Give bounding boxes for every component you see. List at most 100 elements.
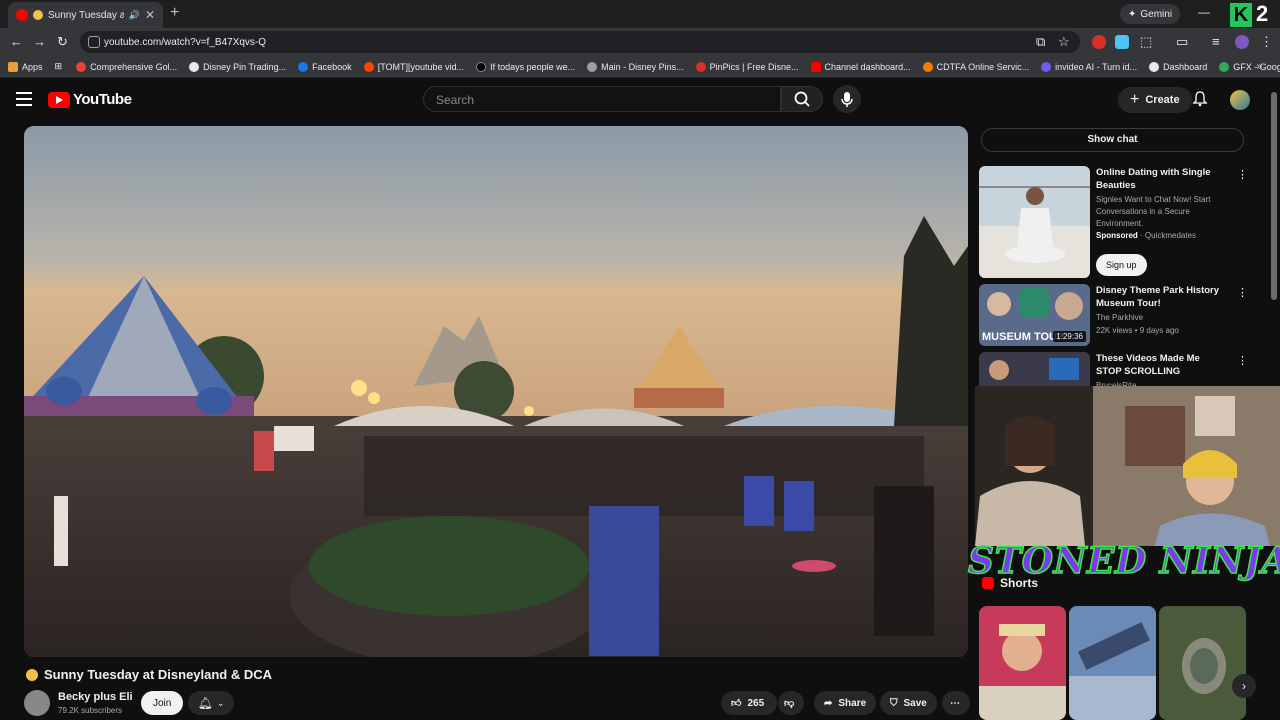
url-input[interactable]: youtube.com/watch?v=f_B47Xqvs-Q bbox=[80, 31, 1080, 53]
bookmark-label: [TOMT][youtube vid... bbox=[377, 61, 465, 72]
more-bookmarks-icon[interactable]: » bbox=[1256, 61, 1262, 72]
bookmark-favicon-icon bbox=[922, 61, 933, 72]
menu-kebab-icon[interactable]: ⋮ bbox=[1260, 34, 1273, 50]
search-input[interactable]: Search bbox=[423, 86, 781, 112]
install-icon[interactable]: ⧉ bbox=[1036, 34, 1045, 50]
bookmark-label: Apps bbox=[22, 61, 43, 72]
bookmark-label: Main - Disney Pins... bbox=[601, 61, 684, 72]
site-info-icon[interactable] bbox=[88, 36, 100, 48]
sponsored-ad-card[interactable]: Online Dating with Single Beauties Signl… bbox=[979, 166, 1248, 278]
youtube-header: YouTube Search + Create bbox=[0, 78, 1280, 122]
thumbs-down-icon: 👎︎ bbox=[784, 698, 795, 709]
gemini-label: Gemini bbox=[1140, 8, 1173, 20]
grid-icon[interactable]: ⊞ bbox=[55, 61, 63, 72]
account-avatar[interactable] bbox=[1230, 90, 1250, 110]
save-button[interactable]: ⛉ Save bbox=[880, 691, 937, 715]
page-scrollbar[interactable] bbox=[1271, 92, 1277, 300]
subscription-bell-button[interactable]: 🔔︎ ⌄ bbox=[188, 691, 234, 715]
bookmark-item[interactable]: GFX - Google Drive bbox=[1219, 61, 1280, 72]
hamburger-menu-icon[interactable] bbox=[16, 92, 32, 106]
share-label: Share bbox=[838, 697, 867, 709]
video-card-title[interactable]: These Videos Made Me STOP SCROLLING bbox=[1096, 352, 1224, 378]
ad-title[interactable]: Online Dating with Single Beauties bbox=[1096, 166, 1224, 192]
channel-name[interactable]: Becky plus Eli bbox=[58, 691, 133, 703]
bookmark-icon: ⛉ bbox=[890, 697, 898, 709]
bookmark-item[interactable]: [TOMT][youtube vid... bbox=[363, 61, 465, 72]
reload-icon[interactable]: ↻ bbox=[57, 34, 68, 50]
ad-thumbnail[interactable] bbox=[979, 166, 1090, 278]
youtube-play-icon bbox=[48, 91, 70, 108]
create-button[interactable]: + Create bbox=[1118, 87, 1192, 113]
sign-up-button[interactable]: Sign up bbox=[1096, 254, 1147, 276]
bookmark-label: CDTFA Online Servic... bbox=[936, 61, 1030, 72]
like-count: 265 bbox=[747, 697, 765, 709]
logo-text: YouTube bbox=[73, 91, 132, 108]
join-button[interactable]: Join bbox=[141, 691, 184, 715]
bookmark-item[interactable]: Apps bbox=[8, 61, 43, 72]
bookmark-item[interactable]: invideo AI - Turn id... bbox=[1041, 61, 1137, 72]
short-thumbnail[interactable] bbox=[1069, 606, 1156, 720]
like-button[interactable]: 👍︎ 265 bbox=[721, 691, 777, 715]
bookmark-item[interactable]: PinPics | Free Disne... bbox=[695, 61, 799, 72]
reddit-icon bbox=[363, 61, 374, 72]
video-frame-image bbox=[24, 126, 968, 657]
search-button[interactable] bbox=[781, 86, 823, 112]
new-tab-icon[interactable]: + bbox=[170, 4, 179, 22]
video-player[interactable] bbox=[24, 126, 968, 657]
bookmark-item[interactable]: Disney Pin Trading... bbox=[189, 61, 286, 72]
bookmark-favicon-icon bbox=[695, 61, 706, 72]
minimize-icon[interactable]: — bbox=[1198, 5, 1210, 19]
dislike-button[interactable]: 👎︎ bbox=[778, 691, 804, 715]
bookmark-item[interactable]: Main - Disney Pins... bbox=[587, 61, 684, 72]
sidepanel-icon[interactable]: ▭ bbox=[1176, 34, 1188, 50]
tab-youtube-video[interactable]: Sunny Tuesday at Disne 🔊 ✕ bbox=[8, 2, 163, 28]
forward-icon[interactable]: → bbox=[33, 34, 46, 49]
video-card[interactable]: MUSEUM TOUR 1:29:36 Disney Theme Park Hi… bbox=[979, 284, 1248, 346]
webcam-overlay bbox=[975, 386, 1280, 546]
bookmark-item[interactable]: CDTFA Online Servic... bbox=[922, 61, 1030, 72]
more-options-icon[interactable]: ⋮ bbox=[1237, 168, 1248, 181]
video-card-meta: 22K views • 9 days ago bbox=[1096, 326, 1179, 335]
k-logo: K bbox=[1230, 3, 1252, 27]
short-thumbnail[interactable] bbox=[979, 606, 1066, 720]
sign-up-label: Sign up bbox=[1106, 260, 1137, 270]
video-thumbnail[interactable] bbox=[979, 352, 1090, 386]
bookmark-item[interactable]: Channel dashboard... bbox=[810, 61, 911, 72]
bookmark-favicon-icon bbox=[189, 61, 200, 72]
video-card-channel[interactable]: The Parkhive bbox=[1096, 312, 1226, 324]
share-button[interactable]: ➦ Share bbox=[814, 691, 877, 715]
shorts-next-button[interactable]: › bbox=[1232, 674, 1256, 698]
bookmark-item[interactable]: Dashboard bbox=[1149, 61, 1207, 72]
media-icon[interactable]: ≡ bbox=[1212, 34, 1220, 49]
k-number: 2 bbox=[1256, 1, 1269, 26]
puzzle-icon[interactable]: ⬚ bbox=[1140, 34, 1152, 50]
video-thumbnail[interactable]: MUSEUM TOUR 1:29:36 bbox=[979, 284, 1090, 346]
bookmark-star-icon[interactable]: ☆ bbox=[1058, 34, 1070, 50]
bookmark-item[interactable]: Comprehensive Gol... bbox=[76, 61, 177, 72]
notifications-bell-icon[interactable] bbox=[1192, 91, 1208, 110]
video-card[interactable]: These Videos Made Me STOP SCROLLING Bryc… bbox=[979, 352, 1248, 386]
more-actions-button[interactable]: ⋯ bbox=[942, 691, 970, 715]
bookmark-item[interactable]: If todays people we... bbox=[476, 61, 575, 72]
bookmark-item[interactable]: Facebook bbox=[298, 61, 352, 72]
speaker-icon[interactable]: 🔊 bbox=[129, 10, 140, 21]
more-options-icon[interactable]: ⋮ bbox=[1237, 286, 1248, 299]
more-options-icon[interactable]: ⋮ bbox=[1237, 354, 1248, 367]
short-thumbnail[interactable] bbox=[1159, 606, 1246, 720]
extension-icon[interactable] bbox=[1092, 35, 1106, 49]
gemini-button[interactable]: ✦ Gemini bbox=[1120, 4, 1181, 24]
voice-search-button[interactable] bbox=[833, 85, 861, 113]
youtube-logo[interactable]: YouTube bbox=[48, 91, 132, 108]
save-label: Save bbox=[903, 697, 927, 709]
facebook-icon bbox=[298, 61, 309, 72]
thumbs-up-icon: 👍︎ bbox=[731, 698, 742, 709]
show-chat-button[interactable]: Show chat bbox=[981, 128, 1244, 152]
extension-icon[interactable] bbox=[1115, 35, 1129, 49]
bookmark-label: Facebook bbox=[312, 61, 352, 72]
channel-avatar[interactable] bbox=[24, 690, 50, 716]
profile-icon[interactable] bbox=[1235, 35, 1249, 49]
back-icon[interactable]: ← bbox=[10, 34, 23, 49]
close-tab-icon[interactable]: ✕ bbox=[145, 8, 155, 22]
more-horizontal-icon: ⋯ bbox=[950, 697, 960, 709]
video-card-title[interactable]: Disney Theme Park History Museum Tour! bbox=[1096, 284, 1224, 310]
